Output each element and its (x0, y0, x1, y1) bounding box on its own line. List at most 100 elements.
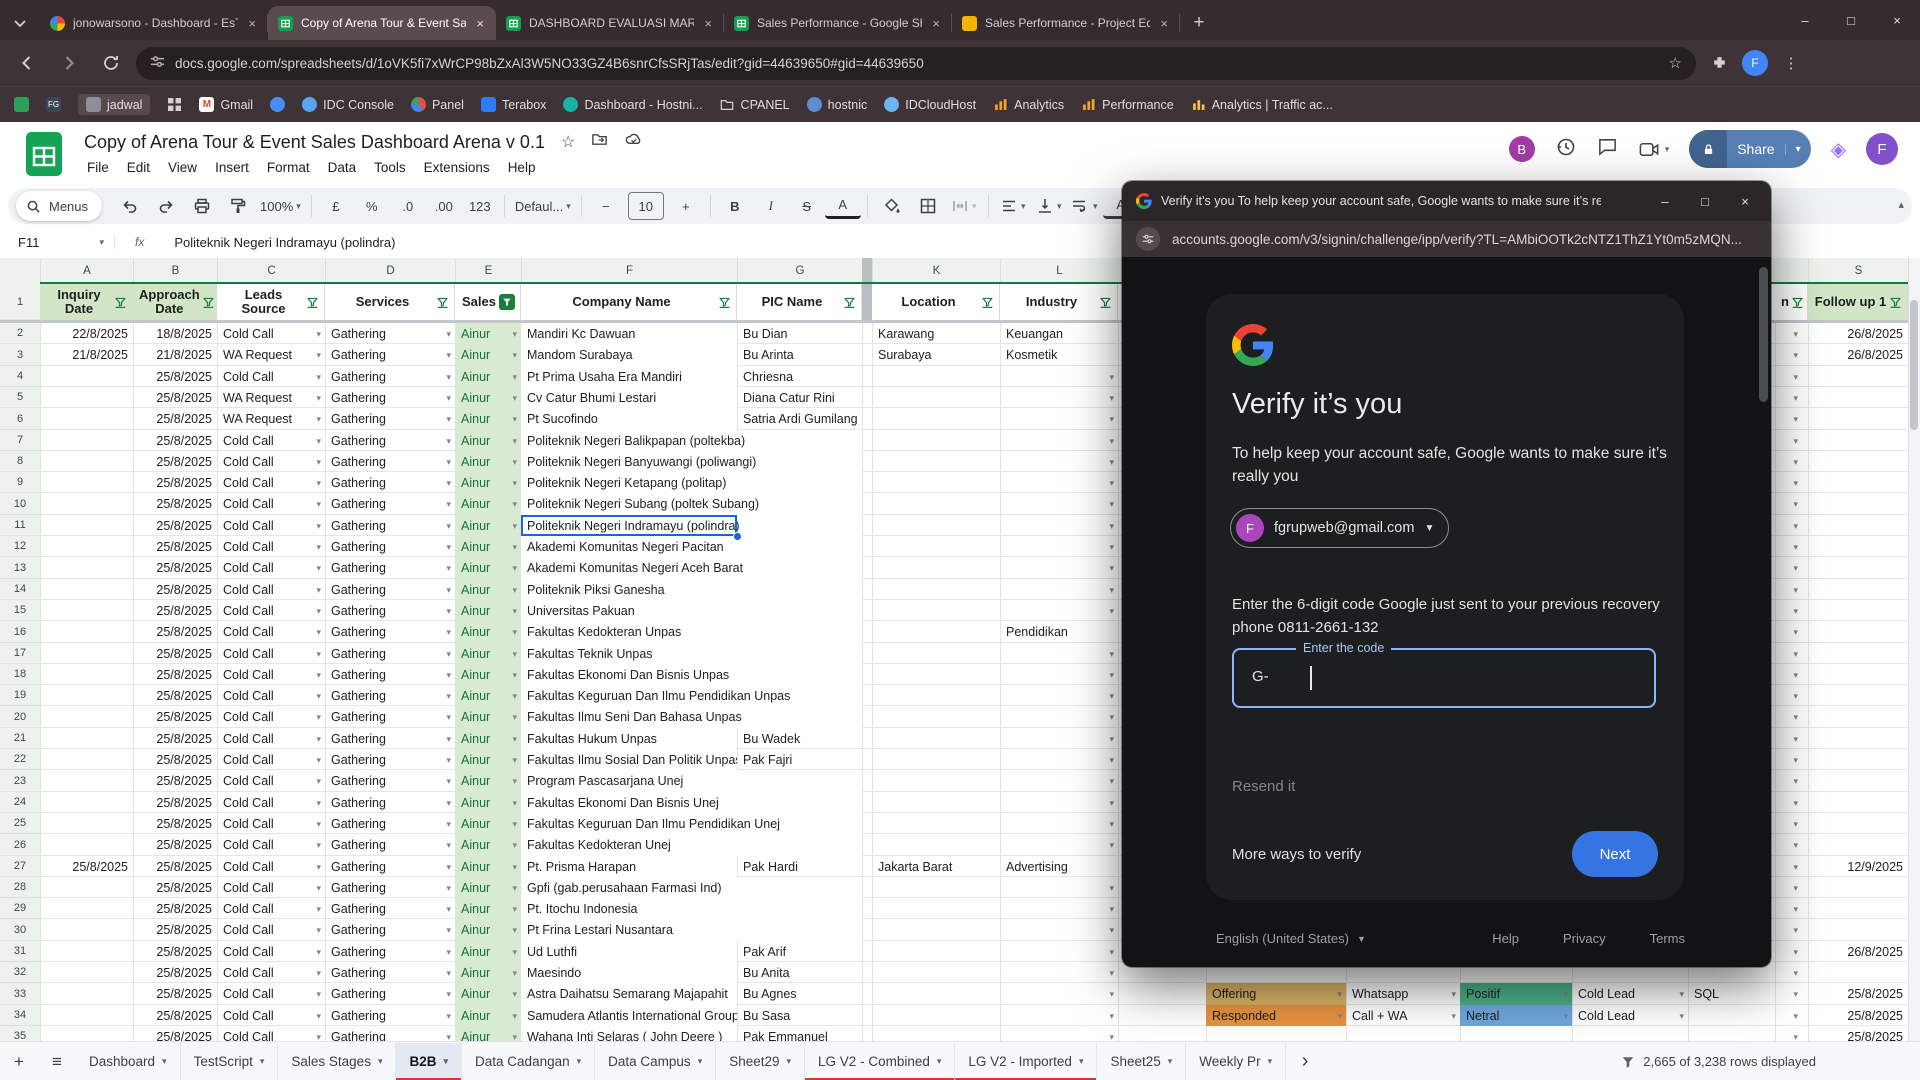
cell-C26[interactable]: Cold Call▾ (217, 834, 325, 856)
cell-F5[interactable]: Cv Catur Bhumi Lestari (521, 387, 737, 408)
cell-RF15[interactable]: ▾ (1775, 600, 1808, 621)
cell-L22[interactable]: ▾ (1000, 749, 1118, 770)
cell-L12[interactable]: ▾ (1000, 536, 1118, 557)
cell-D6[interactable]: Gathering▾ (325, 408, 455, 430)
dropdown-caret-icon[interactable]: ▾ (1793, 755, 1798, 765)
cell-C29[interactable]: Cold Call▾ (217, 898, 325, 919)
cell-L5[interactable]: ▾ (1000, 387, 1118, 408)
dropdown-caret-icon[interactable]: ▾ (316, 414, 321, 424)
dropdown-caret-icon[interactable]: ▾ (316, 883, 321, 893)
dropdown-caret-icon[interactable]: ▾ (1563, 1011, 1568, 1021)
dropdown-caret-icon[interactable]: ▾ (1793, 1011, 1798, 1021)
dropdown-caret-icon[interactable]: ▾ (446, 1032, 451, 1042)
cell-L25[interactable]: ▾ (1000, 813, 1118, 834)
dropdown-caret-icon[interactable]: ▾ (446, 1011, 451, 1021)
sheet-tab-caret-icon[interactable]: ▾ (378, 1056, 383, 1067)
footer-link-terms[interactable]: Terms (1650, 931, 1685, 946)
dropdown-caret-icon[interactable]: ▾ (1793, 904, 1798, 914)
cell-RF20[interactable]: ▾ (1775, 706, 1808, 728)
dropdown-caret-icon[interactable]: ▾ (512, 947, 517, 957)
cell-E19[interactable]: Ainur▾ (455, 685, 521, 706)
cell-B23[interactable]: 25/8/2025 (133, 770, 217, 792)
dropdown-caret-icon[interactable]: ▾ (512, 627, 517, 637)
row-number-24[interactable]: 24 (0, 792, 40, 813)
popup-maximize-button[interactable]: □ (1685, 181, 1725, 221)
dropdown-caret-icon[interactable]: ▾ (1793, 329, 1798, 339)
cell-K27[interactable]: Jakarta Barat (872, 856, 1000, 877)
dropdown-caret-icon[interactable]: ▾ (1109, 798, 1114, 808)
dropdown-caret-icon[interactable]: ▾ (1793, 457, 1798, 467)
more-ways-link[interactable]: More ways to verify (1232, 846, 1361, 863)
cell-C22[interactable]: Cold Call▾ (217, 749, 325, 770)
row-number-18[interactable]: 18 (0, 664, 40, 685)
dropdown-caret-icon[interactable]: ▾ (1793, 776, 1798, 786)
cell-E11[interactable]: Ainur▾ (455, 515, 521, 536)
cell-S27[interactable]: 12/9/2025 (1808, 856, 1908, 877)
filter-icon-D[interactable] (436, 296, 449, 309)
column-header-RF[interactable]: n (1775, 284, 1808, 320)
cell-D21[interactable]: Gathering▾ (325, 728, 455, 749)
cell-B29[interactable]: 25/8/2025 (133, 898, 217, 919)
cell-F6[interactable]: Pt Sucofindo (521, 408, 737, 430)
cell-F16[interactable]: Fakultas Kedokteran Unpas (521, 621, 862, 643)
dropdown-caret-icon[interactable]: ▾ (1337, 1011, 1342, 1021)
dropdown-caret-icon[interactable]: ▾ (1109, 606, 1114, 616)
cell-E30[interactable]: Ainur▾ (455, 919, 521, 941)
cell-RF33[interactable]: ▾ (1775, 983, 1808, 1005)
add-sheet-icon[interactable]: + (0, 1043, 38, 1080)
cell-C25[interactable]: Cold Call▾ (217, 813, 325, 834)
cell-B24[interactable]: 25/8/2025 (133, 792, 217, 813)
cell-S33[interactable]: 25/8/2025 (1808, 983, 1908, 1005)
cell-D8[interactable]: Gathering▾ (325, 451, 455, 472)
row-number-6[interactable]: 6 (0, 408, 40, 430)
cell-D5[interactable]: Gathering▾ (325, 387, 455, 408)
dropdown-caret-icon[interactable]: ▾ (1109, 712, 1114, 722)
dropdown-caret-icon[interactable]: ▾ (1793, 372, 1798, 382)
dropdown-caret-icon[interactable]: ▾ (446, 862, 451, 872)
sheet-tab-caret-icon[interactable]: ▾ (577, 1056, 582, 1067)
cell-F10[interactable]: Politeknik Negeri Subang (poltek Subang) (521, 493, 862, 515)
cell-E22[interactable]: Ainur▾ (455, 749, 521, 770)
column-letter-L[interactable]: L (1000, 258, 1118, 284)
resend-link[interactable]: Resend it (1232, 778, 1295, 795)
dropdown-caret-icon[interactable]: ▾ (316, 329, 321, 339)
sheet-tab-caret-icon[interactable]: ▾ (1079, 1056, 1084, 1067)
cell-RF31[interactable]: ▾ (1775, 941, 1808, 962)
dropdown-caret-icon[interactable]: ▾ (446, 989, 451, 999)
cell-RF23[interactable]: ▾ (1775, 770, 1808, 792)
cell-B34[interactable]: 25/8/2025 (133, 1005, 217, 1026)
dropdown-caret-icon[interactable]: ▾ (446, 798, 451, 808)
dropdown-caret-icon[interactable]: ▾ (1793, 563, 1798, 573)
cell-D18[interactable]: Gathering▾ (325, 664, 455, 685)
cell-F27[interactable]: Pt. Prisma Harapan (521, 856, 737, 877)
dropdown-caret-icon[interactable]: ▾ (1109, 393, 1114, 403)
cell-F8[interactable]: Politeknik Negeri Banyuwangi (poliwangi) (521, 451, 862, 472)
cell-B6[interactable]: 25/8/2025 (133, 408, 217, 430)
cell-G4[interactable]: Chriesna (737, 366, 862, 387)
dropdown-caret-icon[interactable]: ▾ (512, 521, 517, 531)
dropdown-caret-icon[interactable]: ▾ (316, 904, 321, 914)
column-letter-E[interactable]: E (455, 258, 521, 284)
cell-B33[interactable]: 25/8/2025 (133, 983, 217, 1005)
dropdown-caret-icon[interactable]: ▾ (446, 478, 451, 488)
dropdown-caret-icon[interactable]: ▾ (1109, 883, 1114, 893)
sheet-tab-lg-v2-imported[interactable]: LG V2 - Imported▾ (955, 1043, 1097, 1080)
dropdown-caret-icon[interactable]: ▾ (316, 436, 321, 446)
sheet-tab-data-campus[interactable]: Data Campus▾ (595, 1043, 716, 1080)
dropdown-caret-icon[interactable]: ▾ (446, 372, 451, 382)
row-number-29[interactable]: 29 (0, 898, 40, 919)
cell-F33[interactable]: Astra Daihatsu Semarang Majapahit (521, 983, 737, 1005)
filter-icon-S[interactable] (1889, 296, 1902, 309)
cell-G6[interactable]: Satria Ardi Gumilang (737, 408, 862, 430)
cell-L10[interactable]: ▾ (1000, 493, 1118, 515)
cell-P33[interactable]: Positif▾ (1460, 983, 1572, 1005)
cell-E15[interactable]: Ainur▾ (455, 600, 521, 621)
filter-icon-G[interactable] (843, 296, 856, 309)
cell-G3[interactable]: Bu Arinta (737, 344, 862, 366)
dropdown-caret-icon[interactable]: ▾ (1109, 521, 1114, 531)
dropdown-caret-icon[interactable]: ▾ (1109, 457, 1114, 467)
cell-D11[interactable]: Gathering▾ (325, 515, 455, 536)
cell-C18[interactable]: Cold Call▾ (217, 664, 325, 685)
filter-icon-E[interactable] (499, 294, 515, 310)
dropdown-caret-icon[interactable]: ▾ (1679, 989, 1684, 999)
